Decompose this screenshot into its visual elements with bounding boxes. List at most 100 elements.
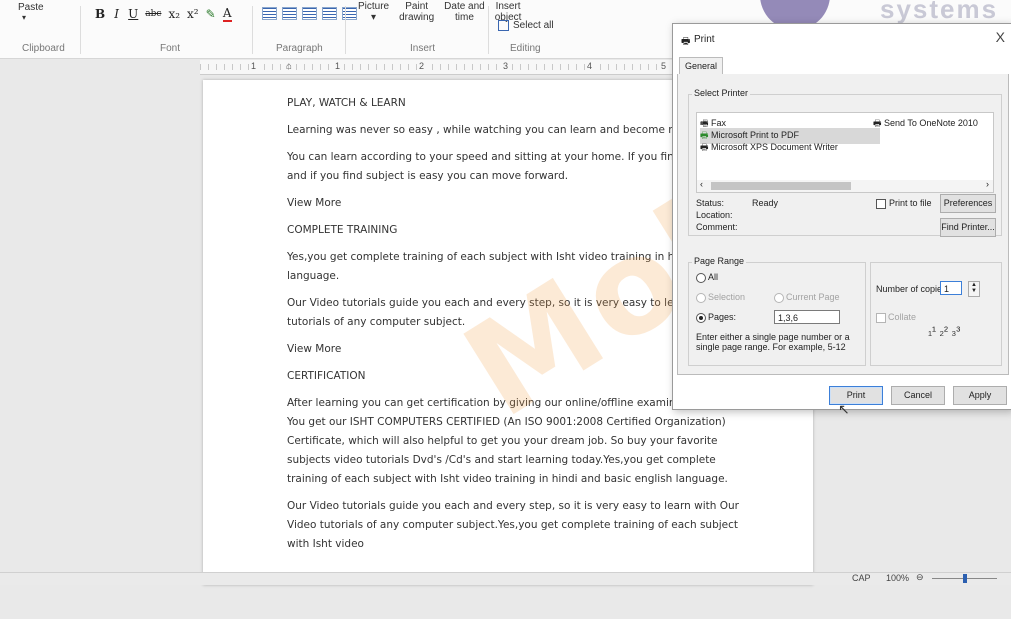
chevron-down-icon: ▾ (22, 13, 27, 22)
font-buttons: B I U abc x₂ x² ✎ A (95, 6, 232, 22)
fax-icon: 🖷 (700, 118, 709, 128)
preferences-button[interactable]: Preferences (940, 194, 996, 213)
collate-illustration-icon: ₁¹ ₂² ₃³ (928, 324, 961, 338)
status-label: Status: (696, 198, 725, 208)
cancel-button[interactable]: Cancel (891, 386, 945, 405)
all-pages-radio[interactable] (696, 273, 706, 283)
caps-lock-indicator: CAP (852, 573, 871, 583)
superscript-button[interactable]: x² (187, 7, 199, 21)
zoom-level[interactable]: 100% (886, 573, 909, 583)
comment-label: Comment: (696, 222, 738, 232)
printer-name: Microsoft Print to PDF (711, 130, 800, 140)
paste-label: Paste (18, 2, 44, 13)
select-all-button[interactable]: Select all (498, 20, 554, 31)
collate-label: Collate (888, 312, 917, 322)
clipboard-group-label: Clipboard (22, 43, 65, 54)
editing-group-label: Editing (510, 43, 541, 54)
insert-label: Insert (495, 1, 521, 12)
selection-label: Selection (708, 292, 746, 302)
ribbon-divider (80, 6, 81, 54)
pages-radio[interactable] (696, 313, 706, 323)
zoom-slider-handle[interactable] (963, 574, 967, 583)
current-page-label: Current Page (786, 292, 840, 302)
zoom-out-icon[interactable]: ⊖ (916, 572, 924, 583)
tab-general[interactable]: General (679, 57, 724, 75)
status-value: Ready (752, 198, 779, 208)
status-bar: CAP 100% ⊖ (0, 572, 1011, 585)
ribbon-divider (488, 6, 489, 54)
select-printer-label: Select Printer (692, 88, 751, 98)
scroll-left-icon[interactable]: ‹ (700, 179, 703, 189)
close-button[interactable]: X (996, 29, 1005, 45)
dialog-title-bar[interactable]: 🖶 Print X (673, 24, 1011, 52)
font-group-label: Font (160, 43, 181, 54)
drawing-label: drawing (399, 12, 435, 23)
paragraph-buttons (262, 7, 357, 20)
printer-item-onenote[interactable]: 🖶 Send To OneNote 2010 (873, 116, 978, 132)
paragraph: Our Video tutorials guide you each and e… (287, 500, 739, 550)
printer-name: Send To OneNote 2010 (884, 118, 978, 128)
indent-marker-icon[interactable]: ⌂ (286, 61, 292, 72)
ruler[interactable]: ⌂ 1 1 2 3 4 5 (200, 60, 690, 75)
highlight-icon[interactable]: ✎ (206, 7, 216, 21)
find-printer-button[interactable]: Find Printer... (940, 218, 996, 237)
print-to-file-label: Print to file (889, 198, 932, 208)
date-and-label: Date and (444, 1, 485, 12)
copies-label: Number of copies: (876, 284, 950, 294)
underline-button[interactable]: U (128, 7, 138, 21)
ruler-number: 4 (586, 61, 594, 71)
date-time-button[interactable]: Date and time (444, 1, 485, 23)
printer-icon: 🖶 (700, 142, 709, 152)
align-center-icon[interactable] (282, 7, 297, 20)
paint-drawing-button[interactable]: Paint drawing (399, 1, 434, 23)
collate-checkbox[interactable] (876, 313, 886, 323)
paragraph-group-label: Paragraph (276, 43, 323, 54)
align-right-icon[interactable] (302, 7, 317, 20)
ruler-number: 1 (334, 61, 342, 71)
location-label: Location: (696, 210, 733, 220)
copies-input[interactable]: 1 (940, 281, 962, 295)
scroll-right-icon[interactable]: › (986, 179, 989, 189)
logo-text: systems (880, 0, 999, 24)
subscript-button[interactable]: x₂ (168, 7, 180, 21)
ribbon-divider (345, 6, 346, 54)
paste-button[interactable]: Paste ▾ (18, 2, 44, 22)
print-dialog: 🖶 Print X General Select Printer 🖷 Fax 🖶… (672, 23, 1011, 410)
apply-button[interactable]: Apply (953, 386, 1007, 405)
printer-item-xps[interactable]: 🖶 Microsoft XPS Document Writer (700, 140, 838, 156)
print-to-file-checkbox[interactable] (876, 199, 886, 209)
mouse-cursor-icon: ↖ (838, 401, 850, 417)
printer-list-scrollbar[interactable]: ‹ › (696, 179, 994, 193)
paint-label: Paint (405, 1, 429, 12)
selection-radio[interactable] (696, 293, 706, 303)
printer-name: Fax (711, 118, 727, 128)
picture-label: Picture (358, 1, 390, 12)
scrollbar-thumb[interactable] (711, 182, 851, 190)
strikethrough-button[interactable]: abc (145, 9, 161, 19)
pages-label: Pages: (708, 312, 737, 322)
select-all-icon (498, 20, 509, 31)
align-left-icon[interactable] (262, 7, 277, 20)
bold-button[interactable]: B (95, 7, 105, 21)
dialog-title: Print (694, 34, 715, 45)
justify-icon[interactable] (322, 7, 337, 20)
ruler-number: 3 (502, 61, 510, 71)
printer-default-icon: 🖶 (700, 130, 709, 140)
select-all-label: Select all (513, 20, 554, 31)
font-color-button[interactable]: A (222, 6, 232, 22)
printer-list[interactable]: 🖷 Fax 🖶 Microsoft Print to PDF 🖶 Microso… (696, 112, 994, 182)
ruler-number: 1 (250, 61, 258, 71)
printer-icon: 🖶 (873, 118, 882, 128)
all-pages-label: All (708, 272, 719, 282)
copies-spinner[interactable]: ▲ ▼ (968, 281, 980, 297)
pages-hint: Enter either a single page number or a s… (696, 332, 850, 352)
pages-input[interactable]: 1,3,6 (774, 310, 840, 324)
italic-button[interactable]: I (112, 7, 121, 21)
insert-picture-button[interactable]: Picture ▾ (358, 1, 389, 23)
ribbon-divider (252, 6, 253, 54)
time-label: time (455, 12, 474, 23)
insert-buttons: Picture ▾ Paint drawing Date and time Inser… (358, 1, 521, 23)
printer-name: Microsoft XPS Document Writer (711, 142, 838, 152)
current-page-radio[interactable] (774, 293, 784, 303)
ruler-number: 5 (660, 61, 668, 71)
